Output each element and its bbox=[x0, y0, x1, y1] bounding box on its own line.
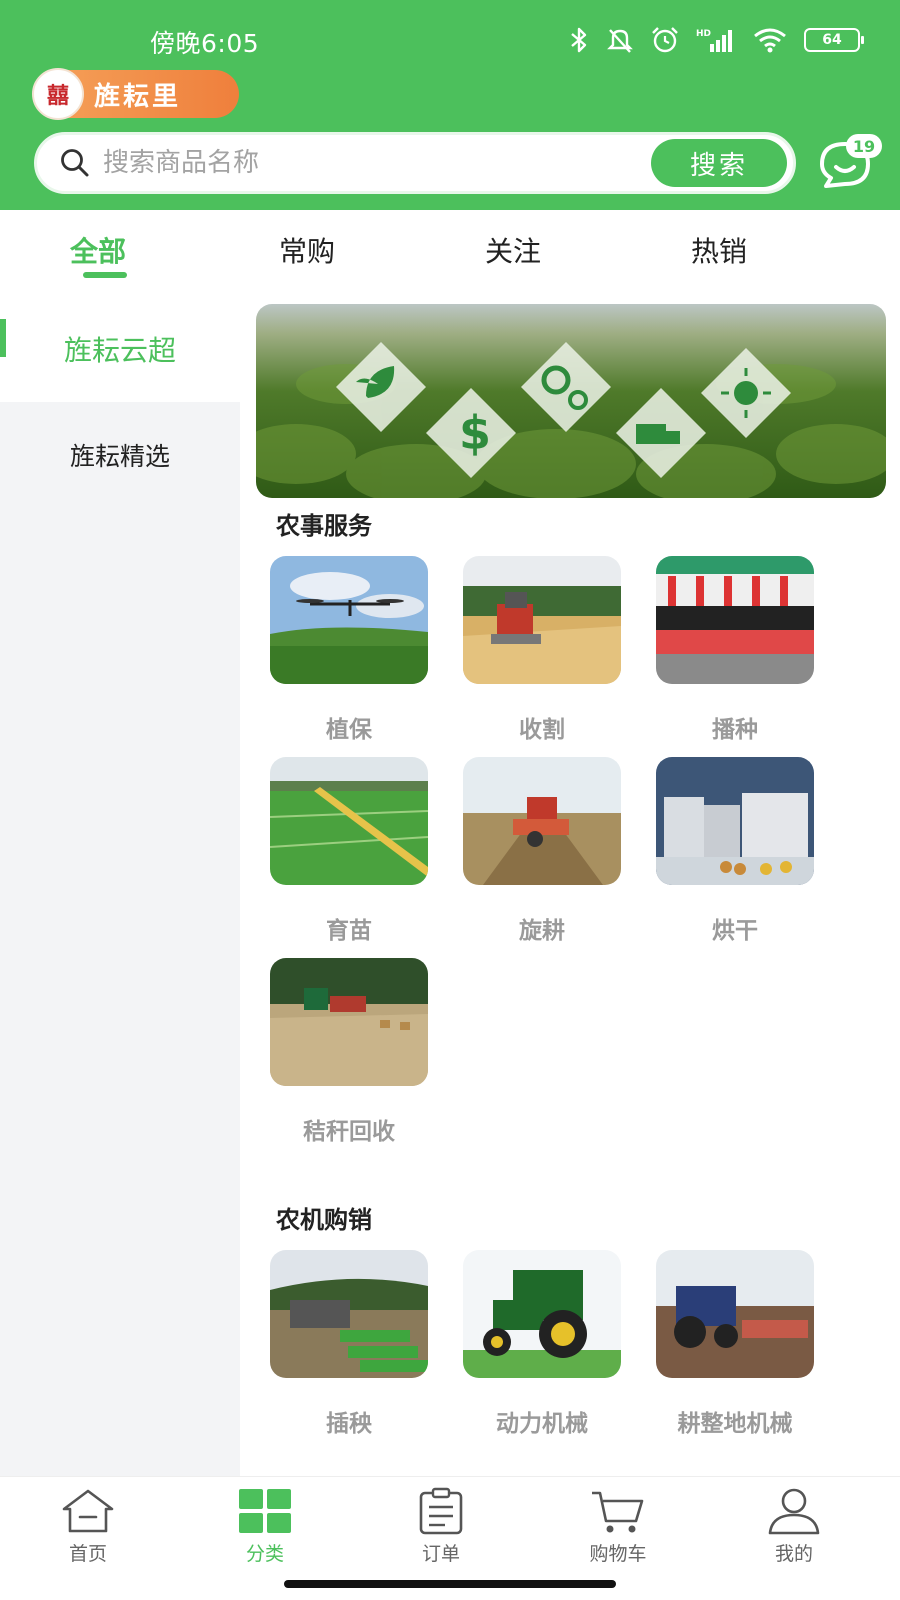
status-icons: HD 64 bbox=[568, 26, 864, 54]
machinery-tile-power[interactable]: 动力机械 bbox=[463, 1250, 621, 1438]
nav-orders[interactable]: 订单 bbox=[381, 1487, 501, 1566]
tile-label: 插秧 bbox=[326, 1411, 372, 1437]
tile-label: 播种 bbox=[712, 717, 758, 743]
service-tile-straw-recycling[interactable]: 秸秆回收 bbox=[270, 958, 428, 1146]
tile-label: 秸秆回收 bbox=[303, 1119, 395, 1145]
bluetooth-icon bbox=[571, 27, 587, 53]
home-icon bbox=[62, 1489, 114, 1533]
dryer-image bbox=[656, 757, 814, 885]
user-icon bbox=[768, 1488, 820, 1535]
tile-label: 育苗 bbox=[326, 918, 372, 944]
straw-image bbox=[270, 958, 428, 1086]
sidebar-item-cloud-market[interactable]: 旌耘云超 bbox=[0, 296, 240, 402]
search-bar[interactable]: 搜索 bbox=[34, 132, 796, 194]
status-time: 傍晚6:05 bbox=[150, 29, 260, 58]
search-icon bbox=[61, 149, 89, 177]
logo-mark: 囍 bbox=[32, 68, 84, 120]
svg-text:$: $ bbox=[459, 406, 491, 460]
drone-image bbox=[270, 556, 428, 684]
tractor-image bbox=[463, 1250, 621, 1378]
header: 傍晚6:05 HD 64 囍 旌耘里 搜索商品名称 搜索 19 bbox=[0, 0, 900, 210]
tile-label: 旋耕 bbox=[519, 918, 565, 944]
promo-banner[interactable]: $ bbox=[256, 304, 886, 498]
tile-label: 烘干 bbox=[712, 918, 758, 944]
search-button[interactable]: 搜索 bbox=[651, 139, 787, 187]
sidebar-item-selected[interactable]: 旌耘精选 bbox=[0, 402, 240, 508]
service-tile-rotary-tillage[interactable]: 旋耕 bbox=[463, 757, 621, 945]
tile-label: 收割 bbox=[519, 717, 565, 743]
nav-category[interactable]: 分类 bbox=[205, 1487, 325, 1566]
tiller-image bbox=[463, 757, 621, 885]
tile-label: 耕整地机械 bbox=[677, 1411, 793, 1437]
nav-home[interactable]: 首页 bbox=[28, 1487, 148, 1566]
tab-following[interactable]: 关注 bbox=[485, 230, 541, 270]
home-indicator bbox=[284, 1580, 616, 1588]
battery-icon: 64 bbox=[804, 28, 864, 52]
category-tabs: 全部 常购 关注 热销 bbox=[0, 210, 900, 296]
wifi-icon bbox=[754, 28, 786, 53]
service-tile-plant-protection[interactable]: 植保 bbox=[270, 556, 428, 744]
service-tile-seeding[interactable]: 播种 bbox=[656, 556, 814, 744]
seeder-image bbox=[656, 556, 814, 684]
message-count-badge: 19 bbox=[846, 134, 882, 158]
harvester-image bbox=[463, 556, 621, 684]
tile-label: 植保 bbox=[326, 717, 372, 743]
machinery-tile-tillage[interactable]: 耕整地机械 bbox=[656, 1250, 814, 1438]
service-tile-harvest[interactable]: 收割 bbox=[463, 556, 621, 744]
cart-icon bbox=[592, 1491, 644, 1533]
section-title-machinery: 农机购销 bbox=[276, 1206, 372, 1234]
main-content: $ 农事服务 植保 收割 播种 育苗 旋耕 烘干 秸秆回收 农机购销 插秧 动力… bbox=[240, 296, 900, 1476]
sidebar: 旌耘云超 旌耘精选 bbox=[0, 296, 240, 1476]
nursery-image bbox=[270, 757, 428, 885]
service-tile-drying[interactable]: 烘干 bbox=[656, 757, 814, 945]
logo-text: 旌耘里 bbox=[94, 81, 182, 112]
section-title-farm-services: 农事服务 bbox=[276, 512, 372, 540]
app-screen: 傍晚6:05 HD 64 囍 旌耘里 搜索商品名称 搜索 19 全部 常购 关注… bbox=[0, 0, 900, 1600]
tab-all[interactable]: 全部 bbox=[70, 230, 126, 270]
mute-bell-icon bbox=[607, 29, 633, 53]
grid-icon bbox=[239, 1489, 291, 1533]
transplanter-image bbox=[270, 1250, 428, 1378]
alarm-icon bbox=[652, 27, 678, 53]
active-tab-indicator bbox=[83, 272, 127, 278]
clipboard-icon bbox=[419, 1487, 463, 1535]
tab-hot[interactable]: 热销 bbox=[691, 230, 747, 270]
signal-icon: HD bbox=[696, 29, 732, 52]
tillage-tractor-image bbox=[656, 1250, 814, 1378]
svg-text:HD: HD bbox=[696, 29, 711, 39]
tile-label: 动力机械 bbox=[496, 1411, 588, 1437]
tab-frequent[interactable]: 常购 bbox=[279, 230, 335, 270]
search-input[interactable] bbox=[103, 148, 651, 178]
brand-logo: 囍 旌耘里 bbox=[32, 68, 239, 120]
machinery-tile-transplanting[interactable]: 插秧 bbox=[270, 1250, 428, 1438]
nav-profile[interactable]: 我的 bbox=[734, 1487, 854, 1566]
nav-cart[interactable]: 购物车 bbox=[558, 1487, 678, 1566]
status-bar: 傍晚6:05 HD 64 bbox=[0, 20, 900, 64]
service-tile-nursery[interactable]: 育苗 bbox=[270, 757, 428, 945]
